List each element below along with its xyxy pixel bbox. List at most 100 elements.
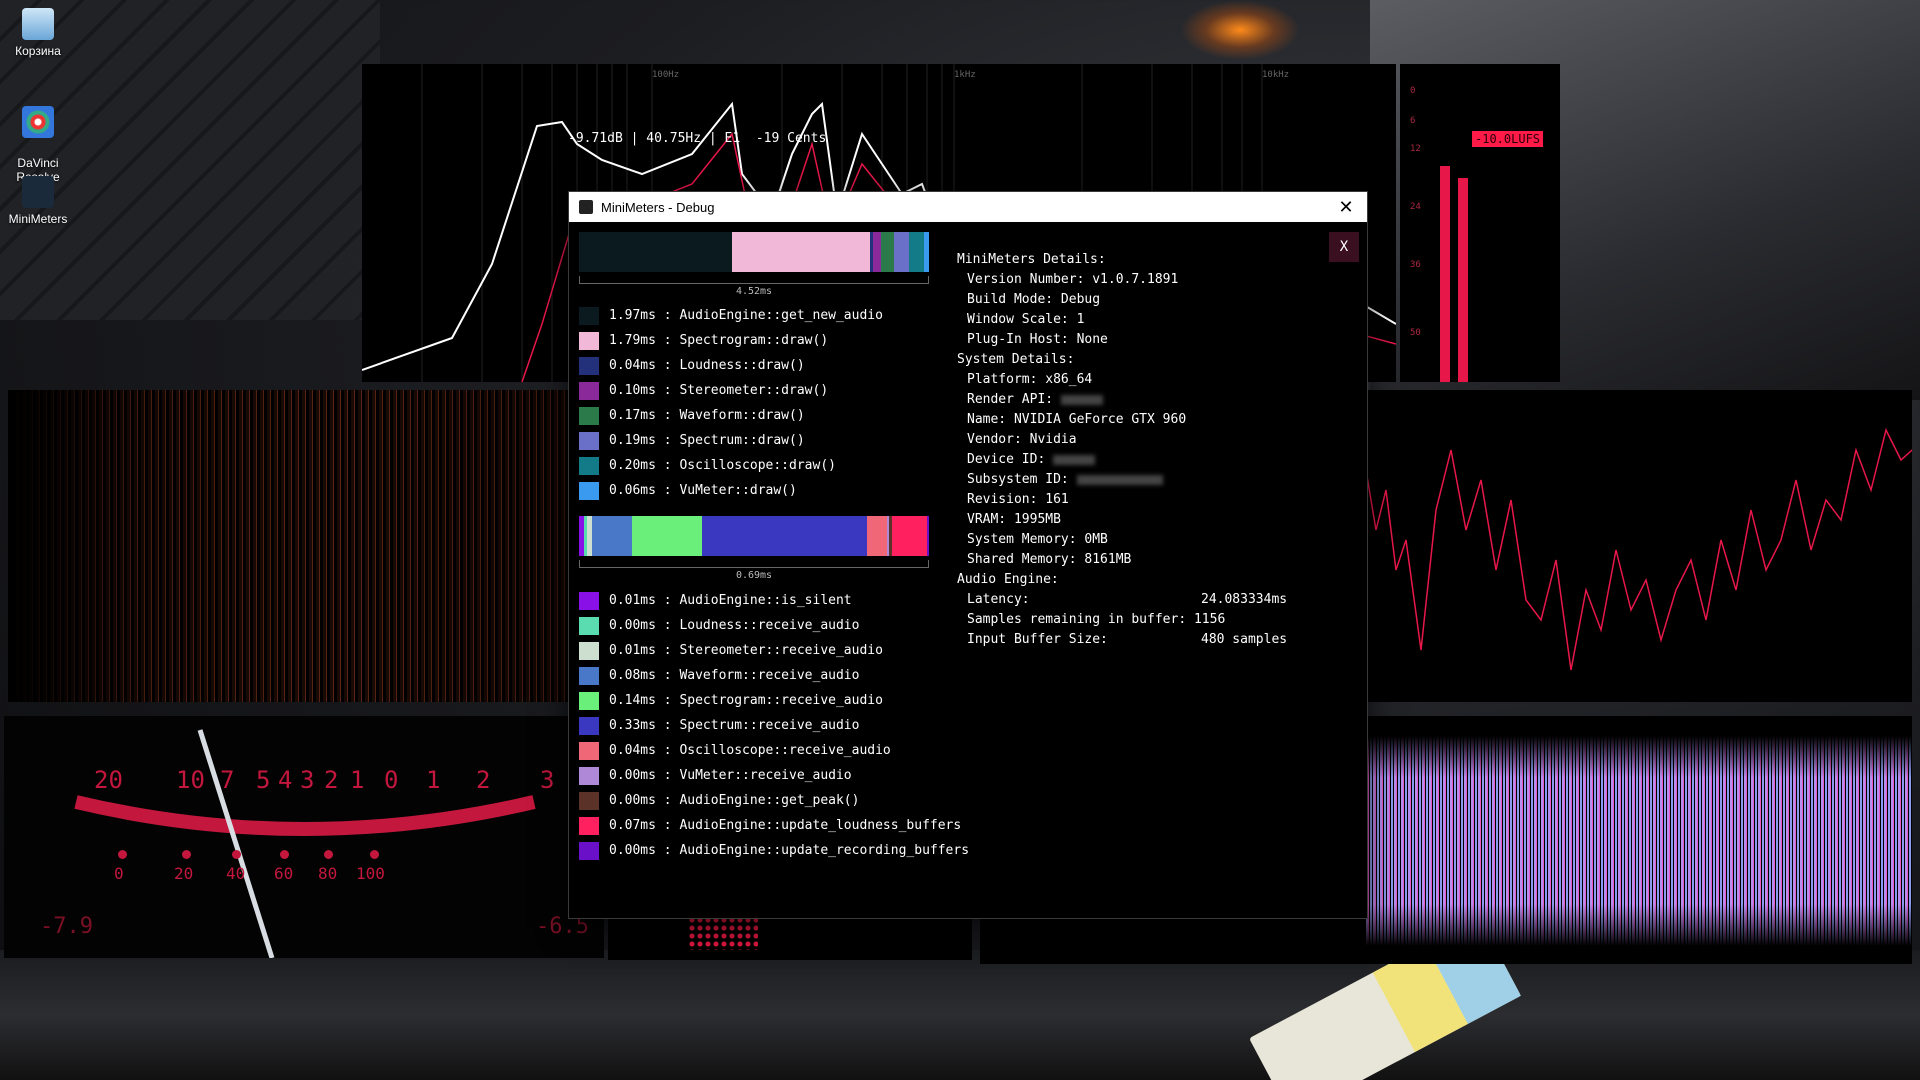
frame-time-axis — [579, 276, 929, 284]
debug-window[interactable]: MiniMeters - Debug ✕ 4.52ms 1.97ms : Aud… — [568, 191, 1368, 919]
color-swatch — [579, 591, 599, 610]
loudness-tick: 0 — [1410, 86, 1416, 96]
audio-row: 0.33ms : Spectrum::receive_audio — [579, 713, 969, 738]
color-swatch — [579, 766, 599, 785]
frame-row: 0.04ms : Loudness::draw() — [579, 353, 883, 378]
app-icon — [579, 200, 593, 214]
oscilloscope[interactable] — [1366, 390, 1912, 702]
audio-row-label: 0.00ms : AudioEngine::update_recording_b… — [609, 843, 970, 858]
latency-value: 24.083334ms — [1201, 592, 1288, 607]
device-id-row: Device ID: — [957, 450, 1287, 470]
device-id: Device ID: — [967, 452, 1046, 467]
vu-dot — [324, 850, 333, 859]
audio-row-label: 0.00ms : Loudness::receive_audio — [609, 618, 860, 633]
system-memory: System Memory: 0MB — [967, 532, 1108, 547]
vu-pct-label: 60 — [274, 864, 294, 883]
spectrum-readout: -9.71dB | 40.75Hz | E1 -19 Cents — [568, 131, 827, 146]
audio-row-label: 0.01ms : Stereometer::receive_audio — [609, 643, 883, 658]
vu-db-label: 1 — [350, 766, 365, 794]
loudness-tick: 24 — [1410, 202, 1421, 212]
render-api: Render API: — [967, 392, 1054, 407]
loudness-tick: 12 — [1410, 144, 1421, 154]
debug-window-titlebar[interactable]: MiniMeters - Debug ✕ — [569, 192, 1367, 222]
color-swatch — [579, 331, 599, 350]
frame-bar-segment — [894, 232, 909, 272]
frame-time-bar — [579, 232, 929, 272]
spectrogram[interactable] — [8, 390, 568, 702]
color-swatch — [579, 481, 599, 500]
vu-db-label: 5 — [256, 766, 271, 794]
color-swatch — [579, 431, 599, 450]
redacted-value — [1053, 454, 1096, 465]
audio-total: 0.69ms — [735, 570, 773, 581]
waveform-bars — [1366, 736, 1912, 946]
audio-row: 0.00ms : AudioEngine::get_peak() — [579, 788, 969, 813]
background-console — [0, 950, 1920, 1080]
davinci-resolve-icon — [22, 106, 54, 138]
color-swatch — [579, 666, 599, 685]
frame-bar-segment — [579, 232, 732, 272]
latency-row: Latency: 24.083334ms — [957, 590, 1287, 610]
desktop-icon-minimeters[interactable]: MiniMeters — [0, 176, 76, 226]
close-button[interactable]: ✕ — [1325, 192, 1367, 222]
lufs-value: -10.0LUFS — [1472, 131, 1544, 147]
vu-db-label: 7 — [220, 766, 235, 794]
frame-row: 0.19ms : Spectrum::draw() — [579, 428, 883, 453]
subsystem-id: Subsystem ID: — [967, 472, 1069, 487]
color-swatch — [579, 816, 599, 835]
background-glow — [1180, 0, 1300, 60]
system-heading: System Details: — [957, 352, 1075, 367]
vu-dot — [118, 850, 127, 859]
audio-time-axis — [579, 560, 929, 568]
platform: Platform: x86_64 — [967, 372, 1093, 387]
audio-row: 0.01ms : AudioEngine::is_silent — [579, 588, 969, 613]
debug-close-x-button[interactable]: X — [1329, 232, 1359, 262]
gpu-name: Name: NVIDIA GeForce GTX 960 — [967, 412, 1187, 427]
color-swatch — [579, 456, 599, 475]
color-swatch — [579, 716, 599, 735]
color-swatch — [579, 791, 599, 810]
loudness-bar-right — [1458, 178, 1468, 382]
samples-value: 1156 — [1193, 612, 1226, 627]
revision: Revision: 161 — [967, 492, 1069, 507]
loudness-meter[interactable]: 0 6 12 24 36 50 -10.0LUFS — [1400, 64, 1560, 382]
samples-row: Samples remaining in buffer: 1156 — [957, 610, 1287, 630]
audio-row: 0.04ms : Oscilloscope::receive_audio — [579, 738, 969, 763]
input-buffer-row: Input Buffer Size: 480 samples — [957, 630, 1287, 650]
vu-pct-label: 100 — [356, 864, 385, 883]
oscilloscope-trace — [1366, 427, 1912, 671]
color-swatch — [579, 641, 599, 660]
frame-bar-segment — [873, 232, 881, 272]
vu-db-label: 2 — [476, 766, 491, 794]
freq-label-10khz: 10kHz — [1262, 70, 1290, 80]
redacted-value — [1076, 474, 1163, 485]
vu-db-label: 2 — [324, 766, 339, 794]
vu-arc — [74, 729, 536, 958]
details-heading: MiniMeters Details: — [957, 252, 1106, 267]
audio-bar-segment — [866, 516, 887, 556]
frame-row: 0.20ms : Oscilloscope::draw() — [579, 453, 883, 478]
vu-meter[interactable]: 20 10 7 5 4 3 2 1 0 1 2 3 0 20 40 60 80 … — [4, 716, 604, 958]
color-swatch — [579, 741, 599, 760]
audio-row-label: 0.04ms : Oscilloscope::receive_audio — [609, 743, 891, 758]
shared-memory: Shared Memory: 8161MB — [967, 552, 1132, 567]
frame-bar-segment — [880, 232, 895, 272]
render-api-row: Render API: — [957, 390, 1287, 410]
color-swatch — [579, 691, 599, 710]
build-mode: Build Mode: Debug — [967, 292, 1101, 307]
frame-total: 4.52ms — [735, 286, 773, 297]
vu-db-label: 1 — [426, 766, 441, 794]
vu-pct-label: 20 — [174, 864, 194, 883]
vu-needle — [197, 729, 275, 958]
minimeters-icon — [22, 176, 54, 208]
audio-row: 0.01ms : Stereometer::receive_audio — [579, 638, 969, 663]
freq-label-100hz: 100Hz — [652, 70, 680, 80]
desktop-icon-recycle-bin[interactable]: Корзина — [0, 8, 76, 58]
audio-row-label: 0.00ms : AudioEngine::get_peak() — [609, 793, 860, 808]
vu-dot — [182, 850, 191, 859]
subsystem-id-row: Subsystem ID: — [957, 470, 1287, 490]
audio-row: 0.00ms : Loudness::receive_audio — [579, 613, 969, 638]
vu-pct-label: 40 — [226, 864, 246, 883]
vram: VRAM: 1995MB — [967, 512, 1061, 527]
redacted-value — [1060, 394, 1103, 405]
